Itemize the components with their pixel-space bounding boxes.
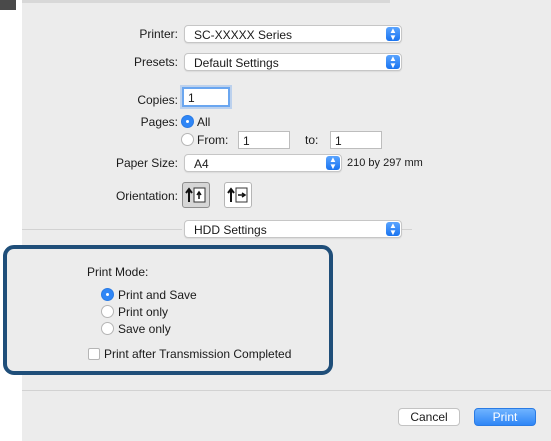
- pages-to-label: to:: [305, 133, 319, 147]
- orientation-portrait-button[interactable]: [182, 182, 210, 208]
- portrait-icon: [185, 187, 206, 203]
- pages-label: Pages:: [140, 115, 178, 129]
- presets-value: Default Settings: [194, 56, 279, 70]
- paper-size-label: Paper Size:: [115, 156, 178, 170]
- paper-size-popup[interactable]: A4 ▲ ▼: [184, 154, 342, 172]
- presets-popup[interactable]: Default Settings ▲ ▼: [184, 53, 402, 71]
- print-mode-radio-print-and-save[interactable]: [101, 288, 114, 301]
- pages-from-field[interactable]: 1: [238, 131, 290, 149]
- copies-field[interactable]: 1: [182, 87, 230, 107]
- cancel-button[interactable]: Cancel: [398, 408, 460, 426]
- presets-label: Presets:: [133, 55, 178, 69]
- printer-label: Printer:: [139, 27, 178, 41]
- print-after-checkbox[interactable]: [88, 348, 100, 360]
- pages-from-radio[interactable]: [181, 133, 194, 146]
- popup-arrows-icon: ▲ ▼: [386, 27, 400, 42]
- print-mode-radio-print-only[interactable]: [101, 305, 114, 318]
- bottom-separator: [22, 390, 551, 391]
- pages-to-value: 1: [335, 134, 342, 148]
- print-button[interactable]: Print: [474, 408, 536, 426]
- popup-arrows-icon: ▲ ▼: [386, 55, 400, 70]
- pages-from-label: From:: [197, 133, 229, 147]
- paper-dimensions: 210 by 297 mm: [347, 157, 423, 169]
- print-mode-label: Print Mode:: [87, 265, 149, 279]
- copies-value: 1: [188, 91, 195, 105]
- separator-left: [22, 229, 182, 230]
- section-popup[interactable]: HDD Settings ▲ ▼: [184, 220, 402, 238]
- pages-all-label: All: [197, 115, 211, 129]
- printer-popup[interactable]: SC-XXXXX Series ▲ ▼: [184, 25, 402, 43]
- separator-right: [402, 229, 412, 230]
- pages-from-value: 1: [243, 134, 250, 148]
- printer-value: SC-XXXXX Series: [194, 28, 293, 42]
- orientation-label: Orientation:: [115, 189, 178, 203]
- orientation-landscape-button[interactable]: [224, 182, 252, 208]
- paper-size-value: A4: [194, 157, 209, 171]
- print-mode-option-label: Print only: [118, 305, 169, 319]
- section-popup-value: HDD Settings: [194, 223, 267, 237]
- pages-to-field[interactable]: 1: [330, 131, 382, 149]
- copies-label: Copies:: [137, 93, 178, 107]
- landscape-icon: [227, 187, 248, 203]
- print-mode-option-label: Save only: [118, 322, 171, 336]
- print-after-label: Print after Transmission Completed: [104, 347, 292, 361]
- print-mode-radio-save-only[interactable]: [101, 322, 114, 335]
- print-mode-option-label: Print and Save: [118, 288, 197, 302]
- pages-all-radio[interactable]: [181, 115, 194, 128]
- dialog-top-edge: [22, 0, 390, 3]
- popup-arrows-icon: ▲ ▼: [326, 156, 340, 171]
- popup-arrows-icon: ▲ ▼: [386, 222, 400, 237]
- window-corner-fragment: [0, 0, 16, 10]
